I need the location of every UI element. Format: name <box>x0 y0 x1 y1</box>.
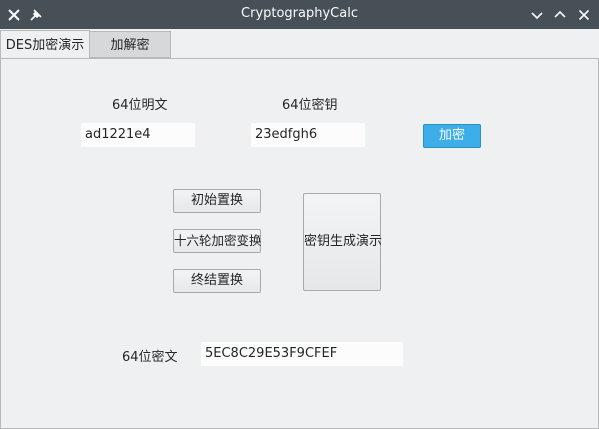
plaintext-label: 64位明文 <box>112 98 168 113</box>
key-generation-demo-button[interactable]: 密钥生成演示 <box>303 193 382 291</box>
minimize-icon[interactable] <box>529 7 545 23</box>
plaintext-input[interactable]: ad1221e4 <box>81 123 195 147</box>
maximize-icon[interactable] <box>552 7 568 23</box>
ciphertext-output[interactable]: 5EC8C29E53F9CFEF <box>201 342 403 366</box>
title-bar: CryptographyCalc <box>0 0 599 29</box>
window-title: CryptographyCalc <box>241 6 358 21</box>
encrypt-button[interactable]: 加密 <box>423 124 481 148</box>
tab-bar: DES加密演示 加解密 <box>0 29 599 59</box>
tab-encrypt-decrypt[interactable]: 加解密 <box>90 31 171 58</box>
des-demo-panel: 64位明文 64位密钥 ad1221e4 23edfgh6 加密 初始置换 十六… <box>0 58 599 429</box>
initial-permutation-button[interactable]: 初始置换 <box>173 189 261 213</box>
key-label: 64位密钥 <box>282 98 338 113</box>
sixteen-rounds-button[interactable]: 十六轮加密变换 <box>173 229 262 253</box>
tab-des-demo[interactable]: DES加密演示 <box>0 30 90 59</box>
window-close-icon[interactable] <box>576 7 592 23</box>
final-permutation-button[interactable]: 终结置换 <box>173 269 261 293</box>
key-input[interactable]: 23edfgh6 <box>251 123 365 147</box>
ciphertext-label: 64位密文 <box>122 350 178 365</box>
